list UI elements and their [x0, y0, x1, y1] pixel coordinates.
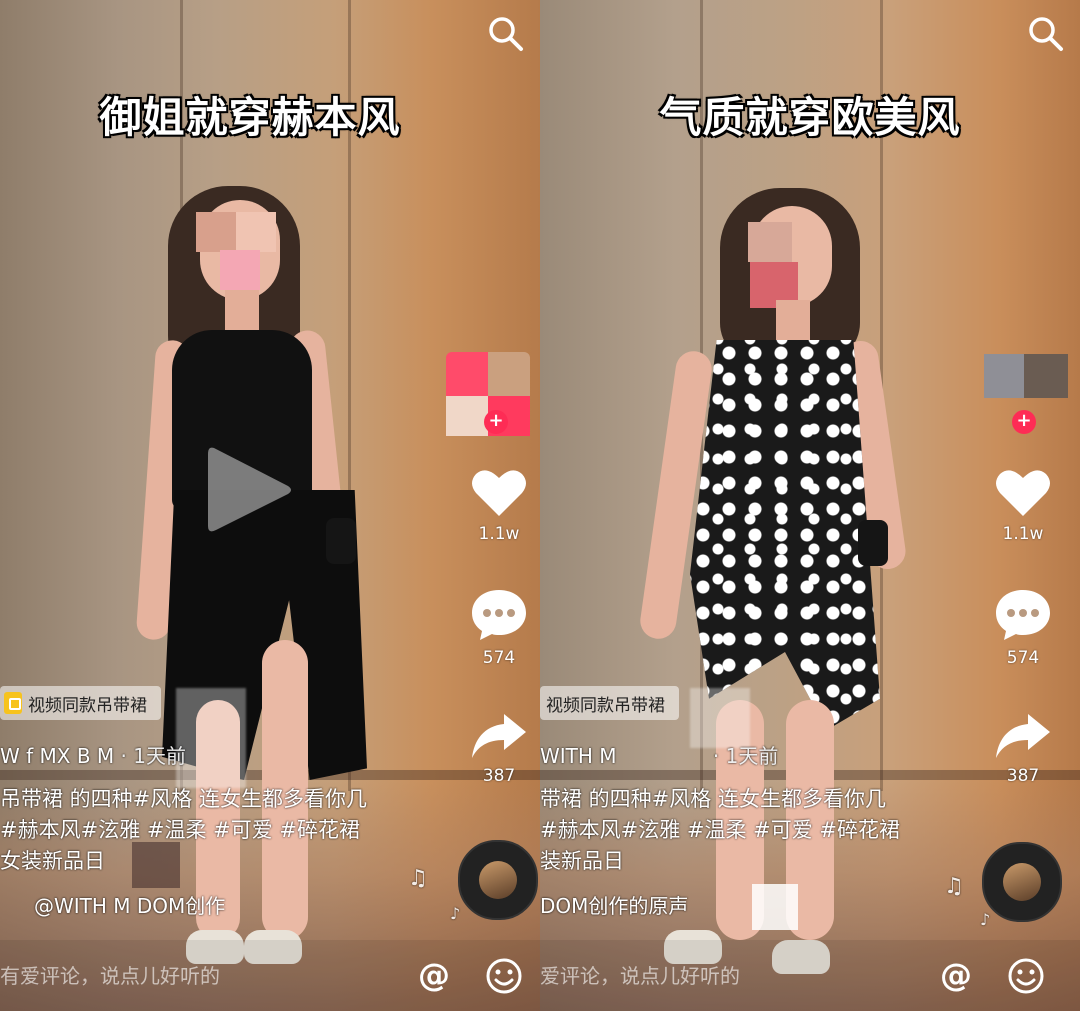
comment-bar[interactable]: 有爱评论，说点儿好听的 [0, 940, 540, 1011]
caption: 吊带裙 的四种#风格 连女生都多看你几 #赫本风#泫雅 #温柔 #可爱 #碎花裙… [0, 784, 420, 877]
author-line[interactable]: WITH M · 1天前 [540, 740, 778, 769]
sound-label: @WITH M DOM创作 [34, 894, 226, 918]
share-icon [472, 714, 526, 758]
heart-icon [472, 470, 526, 516]
video-title: 御姐就穿赫本风 [99, 93, 401, 142]
video-title: 气质就穿欧美风 [659, 93, 961, 142]
caption-line: 装新品日 [540, 849, 624, 873]
comment-button[interactable]: 574 [992, 588, 1054, 668]
share-button[interactable]: 387 [468, 712, 530, 786]
like-button[interactable]: 1.1w [468, 466, 530, 544]
blur-patch [690, 688, 750, 748]
at-icon[interactable]: @ [936, 956, 976, 996]
video-panel-right[interactable]: 气质就穿欧美风 + 1.1w 574 387 视频同款吊带裙 WITH M · … [540, 0, 1080, 1011]
music-note-icon: ♫ [944, 874, 964, 899]
like-count: 1.1w [1002, 524, 1044, 544]
share-count: 387 [482, 766, 516, 786]
sound-line[interactable]: @WITH M DOM创作 [0, 890, 225, 919]
product-label: 视频同款吊带裙 [546, 695, 665, 716]
like-count: 1.1w [478, 524, 520, 544]
comment-icon [996, 590, 1050, 640]
share-count: 387 [1006, 766, 1040, 786]
like-button[interactable]: 1.1w [992, 466, 1054, 544]
caption-line: #赫本风#泫雅 #温柔 #可爱 #碎花裙 [0, 818, 361, 842]
at-icon[interactable]: @ [414, 956, 454, 996]
play-icon[interactable] [200, 440, 296, 540]
search-icon[interactable] [486, 14, 526, 54]
blur-patch [132, 842, 180, 888]
music-disc-icon[interactable] [458, 840, 538, 920]
sound-line[interactable]: DOM创作的原声 [540, 890, 688, 919]
emoji-icon[interactable] [484, 956, 524, 996]
author-name: W f MX B M [0, 744, 115, 768]
emoji-icon[interactable] [1006, 956, 1046, 996]
post-time: · 1天前 [712, 744, 779, 768]
follow-plus-icon[interactable]: + [484, 410, 508, 434]
product-tag-icon [4, 692, 22, 714]
product-strip[interactable]: 视频同款吊带裙 [0, 686, 161, 720]
product-strip[interactable]: 视频同款吊带裙 [540, 686, 679, 720]
comment-placeholder: 爱评论，说点儿好听的 [540, 964, 740, 988]
share-icon [996, 714, 1050, 758]
share-button[interactable]: 387 [992, 712, 1054, 786]
post-time: · 1天前 [120, 744, 186, 768]
comment-icon [472, 590, 526, 640]
heart-icon [996, 470, 1050, 516]
caption-line: #赫本风#泫雅 #温柔 #可爱 #碎花裙 [540, 818, 901, 842]
comment-count: 574 [1006, 648, 1040, 668]
music-note-icon: ♪ [980, 910, 991, 929]
creator-avatar[interactable]: + [984, 354, 1068, 438]
caption: 带裙 的四种#风格 连女生都多看你几 #赫本风#泫雅 #温柔 #可爱 #碎花裙 … [540, 784, 960, 877]
caption-line: 带裙 的四种#风格 连女生都多看你几 [540, 787, 886, 811]
product-label: 视频同款吊带裙 [28, 695, 147, 716]
comment-bar[interactable]: 爱评论，说点儿好听的 [540, 940, 1080, 1011]
blur-patch [752, 884, 798, 930]
blur-patch [176, 688, 246, 788]
author-name: WITH M [540, 744, 617, 768]
video-panel-left[interactable]: 御姐就穿赫本风 + 1.1w 574 387 视频同款吊带裙 W f MX B … [0, 0, 540, 1011]
creator-avatar[interactable]: + [446, 352, 530, 436]
author-line[interactable]: W f MX B M · 1天前 [0, 740, 186, 769]
music-note-icon: ♫ [408, 866, 428, 891]
sound-label: DOM创作的原声 [540, 894, 689, 918]
music-disc-icon[interactable] [982, 842, 1062, 922]
follow-plus-icon[interactable]: + [1012, 410, 1036, 434]
search-icon[interactable] [1026, 14, 1066, 54]
comment-button[interactable]: 574 [468, 588, 530, 668]
comment-count: 574 [482, 648, 516, 668]
comment-placeholder: 有爱评论，说点儿好听的 [0, 964, 220, 988]
music-note-icon: ♪ [450, 904, 461, 923]
caption-line: 吊带裙 的四种#风格 连女生都多看你几 [0, 787, 367, 811]
caption-line: 女装新品日 [0, 849, 105, 873]
